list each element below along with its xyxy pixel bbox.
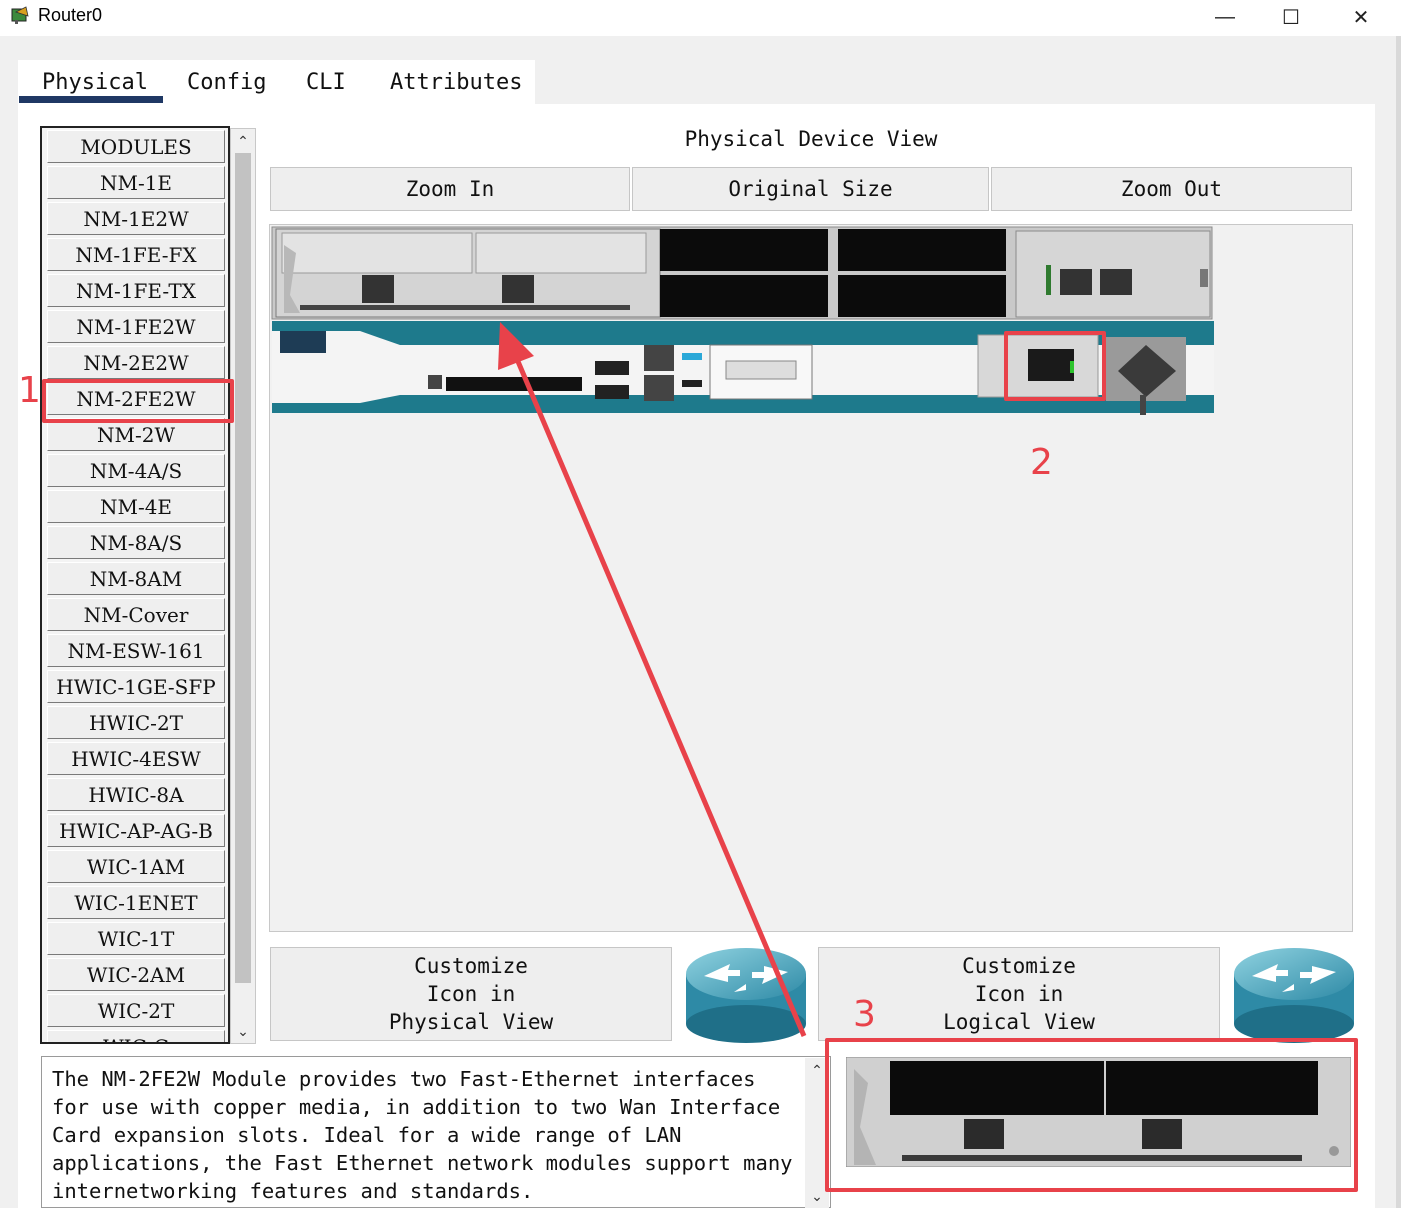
scroll-down-icon[interactable]: ⌄ bbox=[231, 1021, 255, 1041]
module-list-item[interactable]: WIC-2AM bbox=[47, 958, 225, 991]
module-list-item[interactable]: NM-1FE2W bbox=[47, 310, 225, 343]
module-list-item[interactable]: NM-ESW-161 bbox=[47, 634, 225, 667]
module-list-header[interactable]: MODULES bbox=[47, 130, 225, 163]
module-list-item[interactable]: NM-1E bbox=[47, 166, 225, 199]
minimize-button[interactable]: — bbox=[1190, 0, 1260, 34]
module-list-item[interactable]: NM-2E2W bbox=[47, 346, 225, 379]
annotation-number-2: 2 bbox=[1030, 442, 1053, 483]
router-logical-icon bbox=[1234, 948, 1354, 1043]
customize-label-line3: Physical View bbox=[388, 1010, 554, 1034]
zoom-in-button[interactable]: Zoom In bbox=[270, 167, 630, 211]
maximize-icon: ☐ bbox=[1282, 6, 1300, 29]
module-list[interactable]: MODULES NM-1E NM-1E2W NM-1FE-FX NM-1FE-TX NM-… bbox=[40, 126, 230, 1044]
customize-label-line1: Customize bbox=[414, 954, 528, 978]
module-list-item[interactable]: HWIC-8A bbox=[47, 778, 225, 811]
customize-label-line2: Icon in bbox=[426, 982, 516, 1006]
tab-attributes[interactable]: Attributes bbox=[390, 70, 522, 95]
active-tab-indicator bbox=[19, 96, 163, 103]
customize-label-line2: Icon in bbox=[974, 982, 1064, 1006]
module-list-item[interactable]: NM-1FE-FX bbox=[47, 238, 225, 271]
scroll-thumb[interactable] bbox=[235, 153, 251, 983]
annotation-number-1: 1 bbox=[18, 370, 41, 411]
module-description-text: The NM-2FE2W Module provides two Fast-Et… bbox=[52, 1067, 805, 1203]
module-list-item[interactable]: NM-8A/S bbox=[47, 526, 225, 559]
window-title: Router0 bbox=[38, 5, 103, 25]
title-bar: Router0 — ☐ ✕ bbox=[0, 0, 1401, 36]
module-list-item[interactable]: NM-4E bbox=[47, 490, 225, 523]
close-button[interactable]: ✕ bbox=[1326, 0, 1396, 34]
tab-config[interactable]: Config bbox=[187, 70, 266, 95]
router-physical-icon bbox=[686, 948, 806, 1043]
module-list-item[interactable]: HWIC-AP-AG-B bbox=[47, 814, 225, 847]
annotation-box-1 bbox=[42, 379, 234, 423]
customize-physical-icon-button[interactable]: Customize Icon in Physical View bbox=[270, 947, 672, 1041]
module-description-box[interactable]: The NM-2FE2W Module provides two Fast-Et… bbox=[41, 1056, 831, 1208]
device-view-area[interactable] bbox=[269, 224, 1353, 932]
annotation-box-3 bbox=[825, 1038, 1358, 1192]
module-list-item[interactable]: NM-4A/S bbox=[47, 454, 225, 487]
module-list-item[interactable]: HWIC-1GE-SFP bbox=[47, 670, 225, 703]
window-border bbox=[1396, 36, 1401, 1208]
module-list-item[interactable]: WIC-1T bbox=[47, 922, 225, 955]
module-list-item[interactable]: HWIC-4ESW bbox=[47, 742, 225, 775]
physical-device-view-title: Physical Device View bbox=[684, 127, 938, 151]
module-list-item[interactable]: WIC-C bbox=[47, 1030, 225, 1042]
module-list-item[interactable]: NM-1FE-TX bbox=[47, 274, 225, 307]
module-list-item[interactable]: NM-8AM bbox=[47, 562, 225, 595]
module-list-item[interactable]: NM-Cover bbox=[47, 598, 225, 631]
annotation-number-3: 3 bbox=[853, 994, 876, 1035]
tab-physical[interactable]: Physical bbox=[42, 70, 148, 95]
module-list-item[interactable]: WIC-1AM bbox=[47, 850, 225, 883]
zoom-out-button[interactable]: Zoom Out bbox=[991, 167, 1352, 211]
packet-tracer-icon bbox=[11, 6, 29, 24]
module-list-item[interactable]: NM-1E2W bbox=[47, 202, 225, 235]
original-size-button[interactable]: Original Size bbox=[632, 167, 989, 211]
module-list-item[interactable]: HWIC-2T bbox=[47, 706, 225, 739]
tab-cli[interactable]: CLI bbox=[306, 70, 346, 95]
customize-logical-icon-button[interactable]: Customize Icon in Logical View bbox=[818, 947, 1220, 1041]
module-list-item[interactable]: WIC-1ENET bbox=[47, 886, 225, 919]
minimize-icon: — bbox=[1215, 5, 1235, 28]
close-icon: ✕ bbox=[1352, 6, 1370, 29]
module-list-item[interactable]: WIC-2T bbox=[47, 994, 225, 1027]
scroll-up-icon[interactable]: ⌃ bbox=[231, 131, 255, 151]
annotation-box-2 bbox=[1004, 331, 1106, 401]
customize-label-line1: Customize bbox=[962, 954, 1076, 978]
maximize-button[interactable]: ☐ bbox=[1256, 0, 1326, 34]
router-chassis-image bbox=[271, 226, 1214, 415]
module-list-scrollbar[interactable]: ⌃ ⌄ bbox=[230, 128, 256, 1044]
customize-label-line3: Logical View bbox=[943, 1010, 1095, 1034]
